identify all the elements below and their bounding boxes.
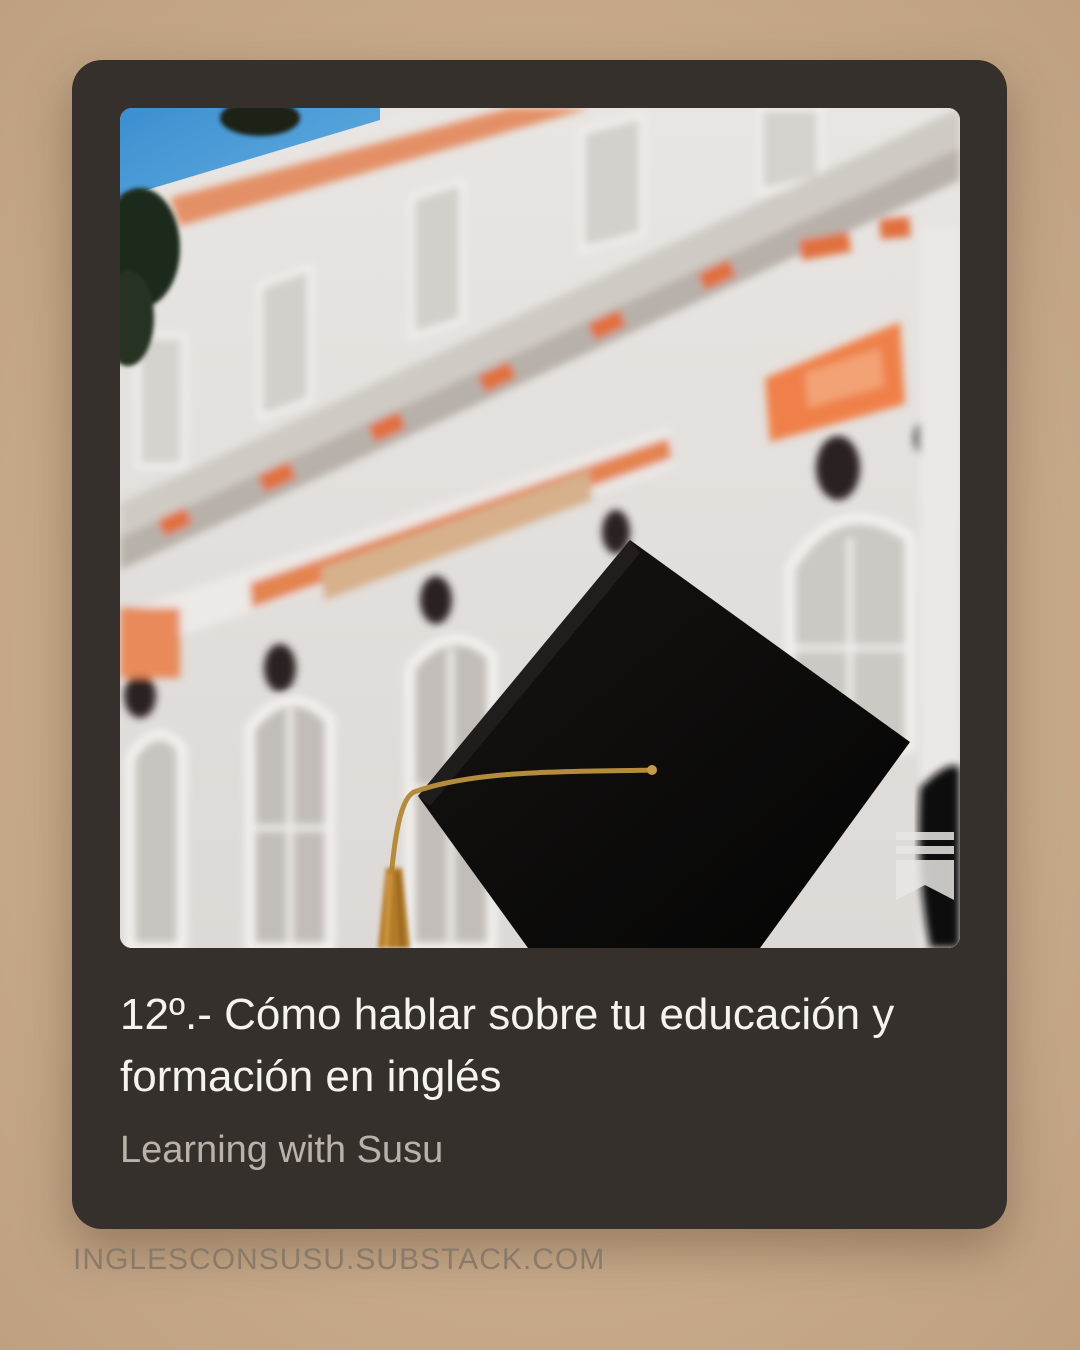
graduation-photo <box>120 108 960 948</box>
source-domain-link[interactable]: INGLESCONSUSU.SUBSTACK.COM <box>73 1240 605 1280</box>
bookmark-icon[interactable] <box>894 830 956 902</box>
publication-name[interactable]: Learning with Susu <box>120 1126 443 1174</box>
post-title[interactable]: 12º.- Cómo hablar sobre tu educación y f… <box>120 984 960 1108</box>
post-card[interactable]: 12º.- Cómo hablar sobre tu educación y f… <box>72 60 1007 1229</box>
post-cover-image[interactable] <box>120 108 960 948</box>
